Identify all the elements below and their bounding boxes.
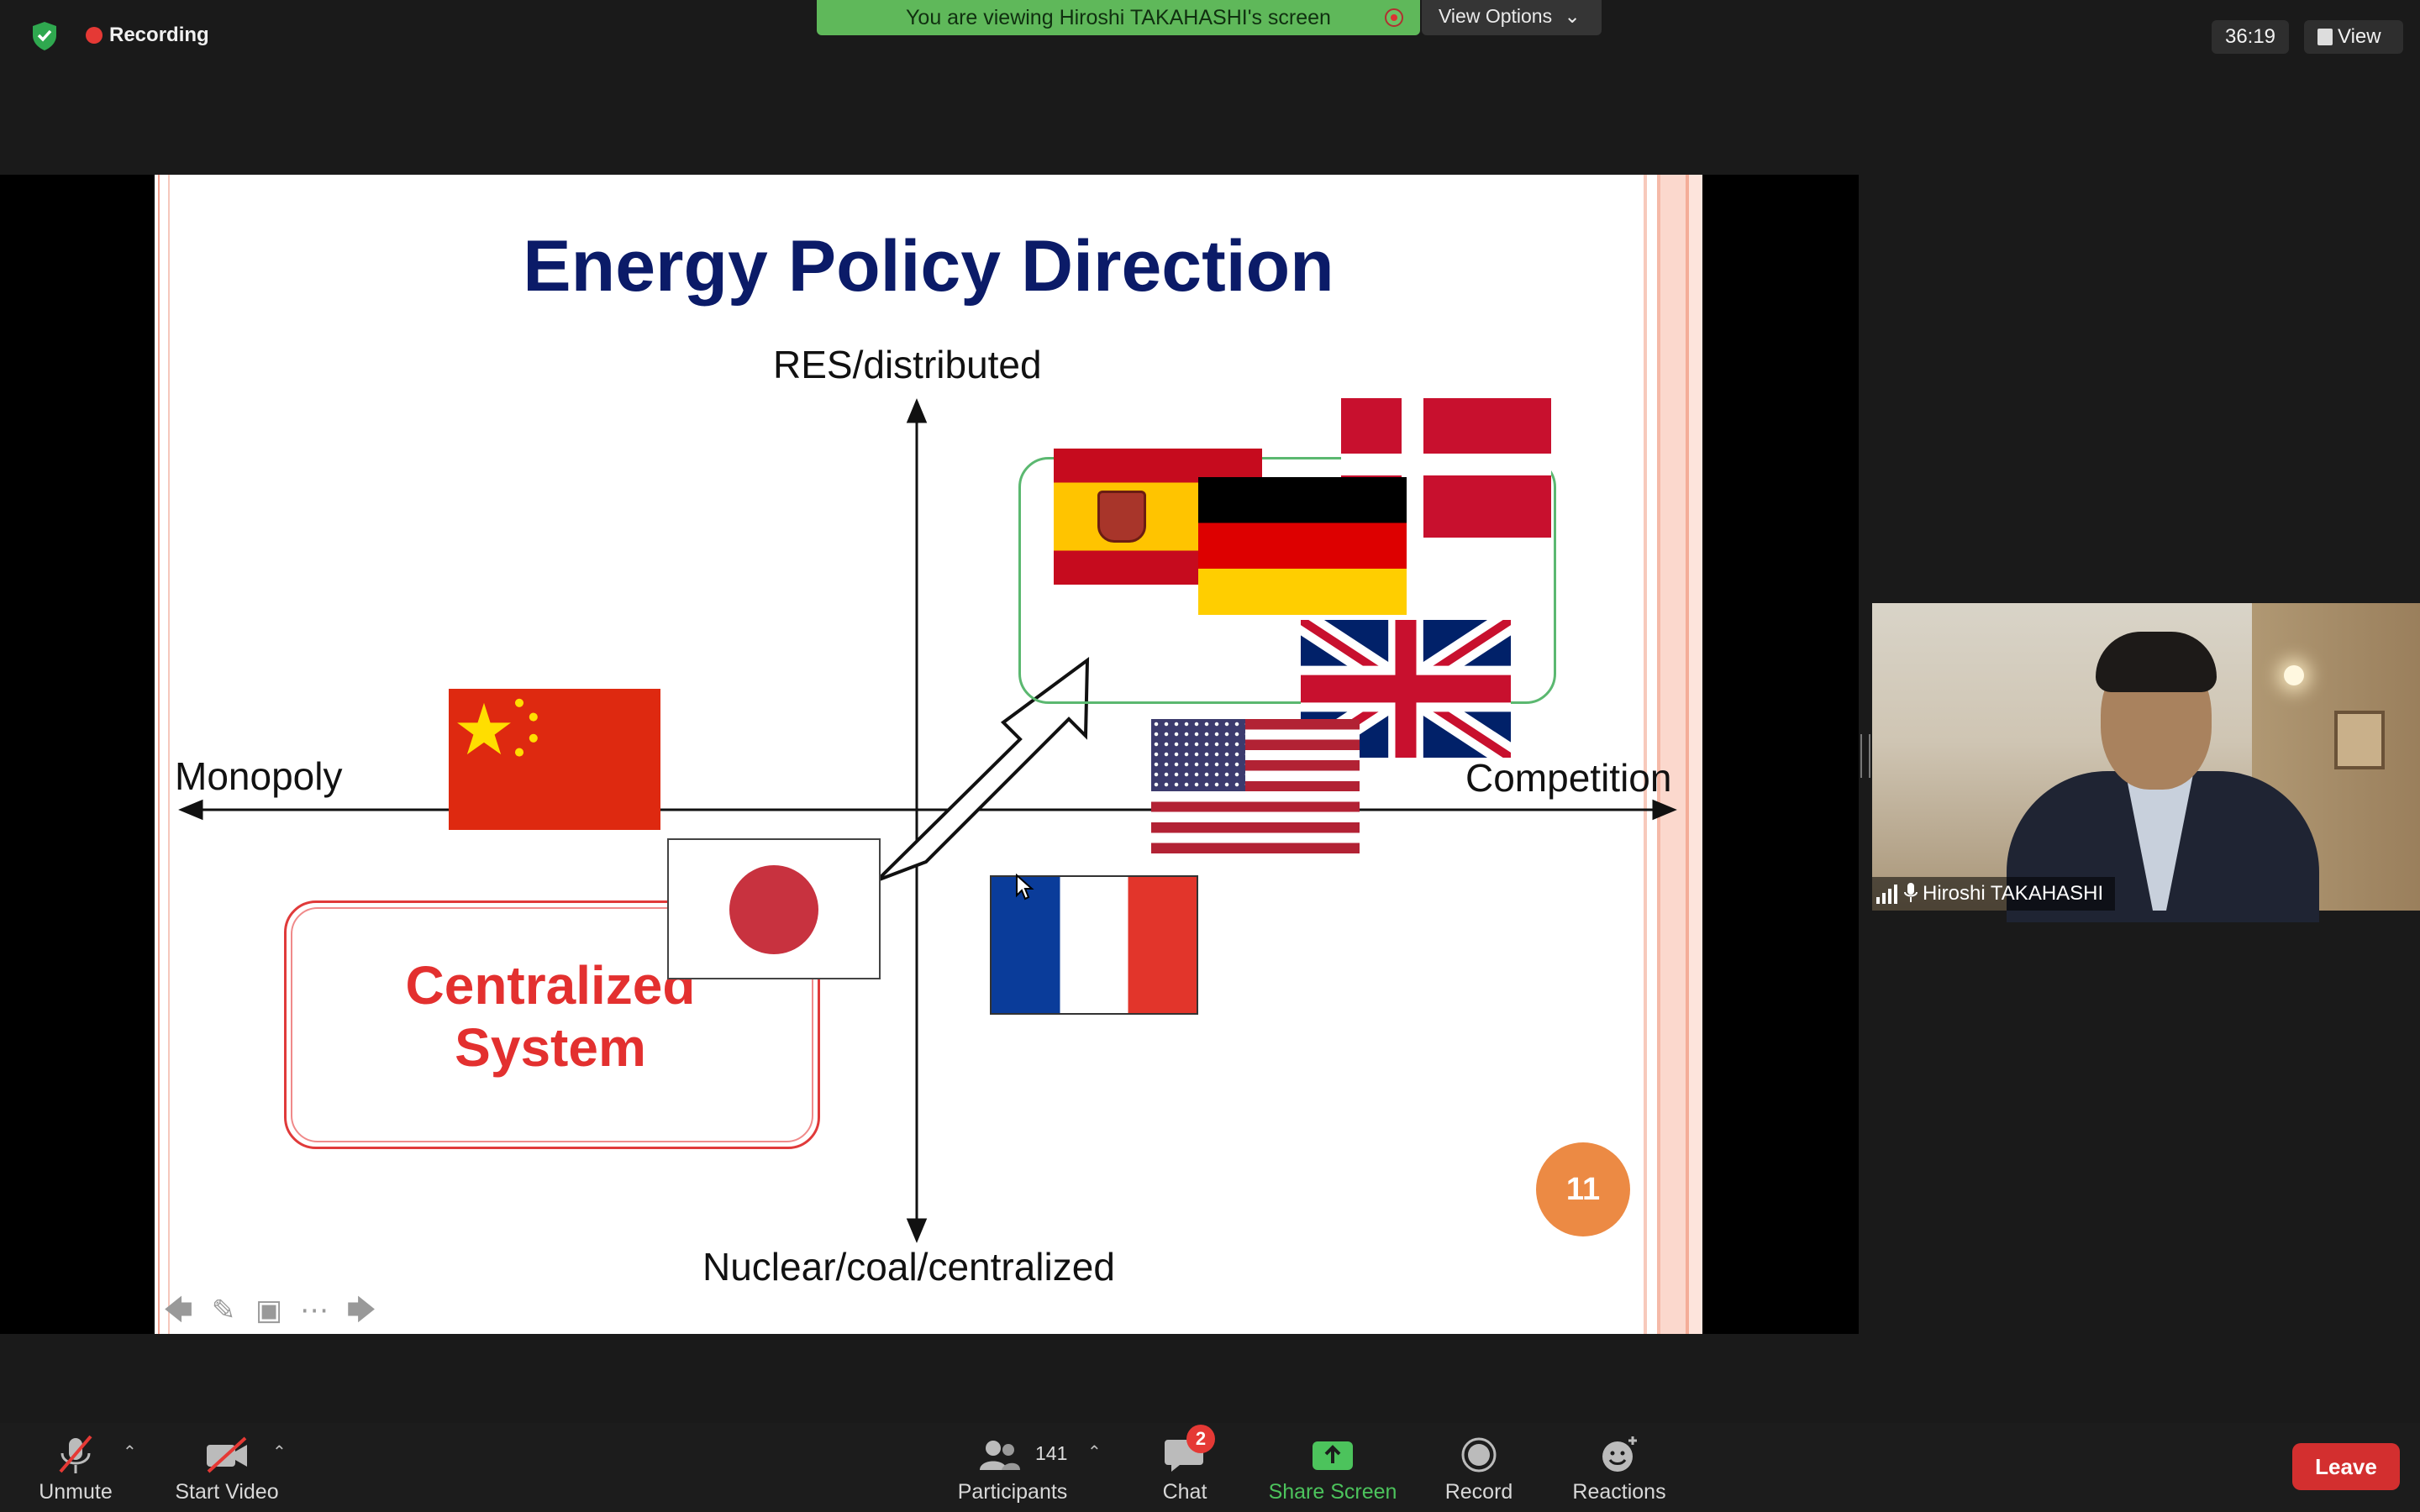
- slide-page-number: 11: [1536, 1142, 1630, 1236]
- japan-flag: [667, 838, 881, 979]
- more-options-icon[interactable]: ⋯: [296, 1292, 333, 1329]
- germany-flag: [1198, 477, 1407, 615]
- view-button[interactable]: View: [2304, 20, 2403, 54]
- view-label: View: [2338, 25, 2381, 48]
- start-video-label: Start Video: [175, 1480, 279, 1504]
- record-label: Record: [1444, 1480, 1513, 1504]
- video-background-lamp: [2284, 665, 2304, 685]
- video-camera-off-icon: [207, 1436, 247, 1473]
- axis-label-right: Competition: [1465, 756, 1672, 800]
- share-screen-icon: [1313, 1441, 1353, 1470]
- leave-meeting-button[interactable]: Leave: [2292, 1443, 2400, 1490]
- view-options-label: View Options: [1439, 5, 1553, 27]
- audio-options-chevron-icon[interactable]: ⌃: [123, 1441, 139, 1462]
- start-video-button[interactable]: Start Video: [168, 1428, 286, 1509]
- participants-options-chevron-icon[interactable]: ⌃: [1087, 1441, 1104, 1462]
- banner-status-icon: [1385, 8, 1403, 27]
- reactions-smiley-icon: [1602, 1436, 1637, 1472]
- china-flag-stars: [457, 698, 538, 757]
- recording-indicator-icon: [86, 27, 103, 44]
- unmute-label: Unmute: [39, 1480, 113, 1504]
- pen-tool-icon[interactable]: ✎: [205, 1292, 242, 1329]
- previous-slide-icon[interactable]: 🡄: [160, 1292, 197, 1329]
- mouse-cursor-icon: [1016, 874, 1034, 900]
- panel-resize-handle[interactable]: [1860, 734, 1870, 778]
- slide-overview-icon[interactable]: ▣: [250, 1292, 287, 1329]
- video-options-chevron-icon[interactable]: ⌃: [272, 1441, 289, 1462]
- unmute-button[interactable]: Unmute: [25, 1428, 126, 1509]
- china-flag: [449, 689, 660, 830]
- axis-label-left: Monopoly: [175, 754, 343, 798]
- reactions-button[interactable]: Reactions: [1565, 1428, 1674, 1509]
- chat-unread-badge: 2: [1186, 1425, 1215, 1453]
- viewing-screen-banner: You are viewing Hiroshi TAKAHASHI's scre…: [817, 0, 1420, 35]
- record-button[interactable]: Record: [1437, 1428, 1521, 1509]
- next-slide-icon[interactable]: 🡆: [343, 1292, 380, 1329]
- reactions-label: Reactions: [1572, 1480, 1666, 1504]
- view-options-button[interactable]: View Options ⌄: [1422, 0, 1602, 35]
- participants-label: Participants: [957, 1480, 1068, 1504]
- meeting-timer: 36:19: [2212, 20, 2289, 54]
- view-layout-icon: [2317, 29, 2333, 45]
- record-icon: [1461, 1437, 1497, 1473]
- connection-signal-icon: [1876, 885, 1897, 904]
- participants-count: 141: [1035, 1442, 1068, 1464]
- usa-flag-canton: [1151, 719, 1245, 791]
- participant-mic-icon: [1904, 883, 1918, 902]
- participants-icon: [980, 1441, 1020, 1470]
- recording-label: Recording: [109, 24, 209, 46]
- horizontal-axis: [178, 799, 1677, 821]
- spain-coat-of-arms-icon: [1097, 491, 1146, 543]
- chevron-down-icon: ⌄: [1564, 5, 1581, 27]
- usa-flag: [1151, 719, 1360, 853]
- video-background-picture: [2334, 711, 2385, 769]
- share-screen-label: Share Screen: [1268, 1480, 1397, 1504]
- participant-hair: [2096, 632, 2217, 692]
- axis-label-bottom: Nuclear/coal/centralized: [702, 1245, 1115, 1289]
- axis-label-top: RES/distributed: [773, 343, 1042, 386]
- microphone-muted-icon: [59, 1435, 92, 1473]
- chat-label: Chat: [1162, 1480, 1207, 1504]
- centralized-system-line2: System: [455, 1017, 646, 1078]
- vertical-axis: [906, 398, 928, 1243]
- share-screen-button[interactable]: Share Screen: [1257, 1428, 1408, 1509]
- encryption-shield-icon[interactable]: [30, 20, 59, 52]
